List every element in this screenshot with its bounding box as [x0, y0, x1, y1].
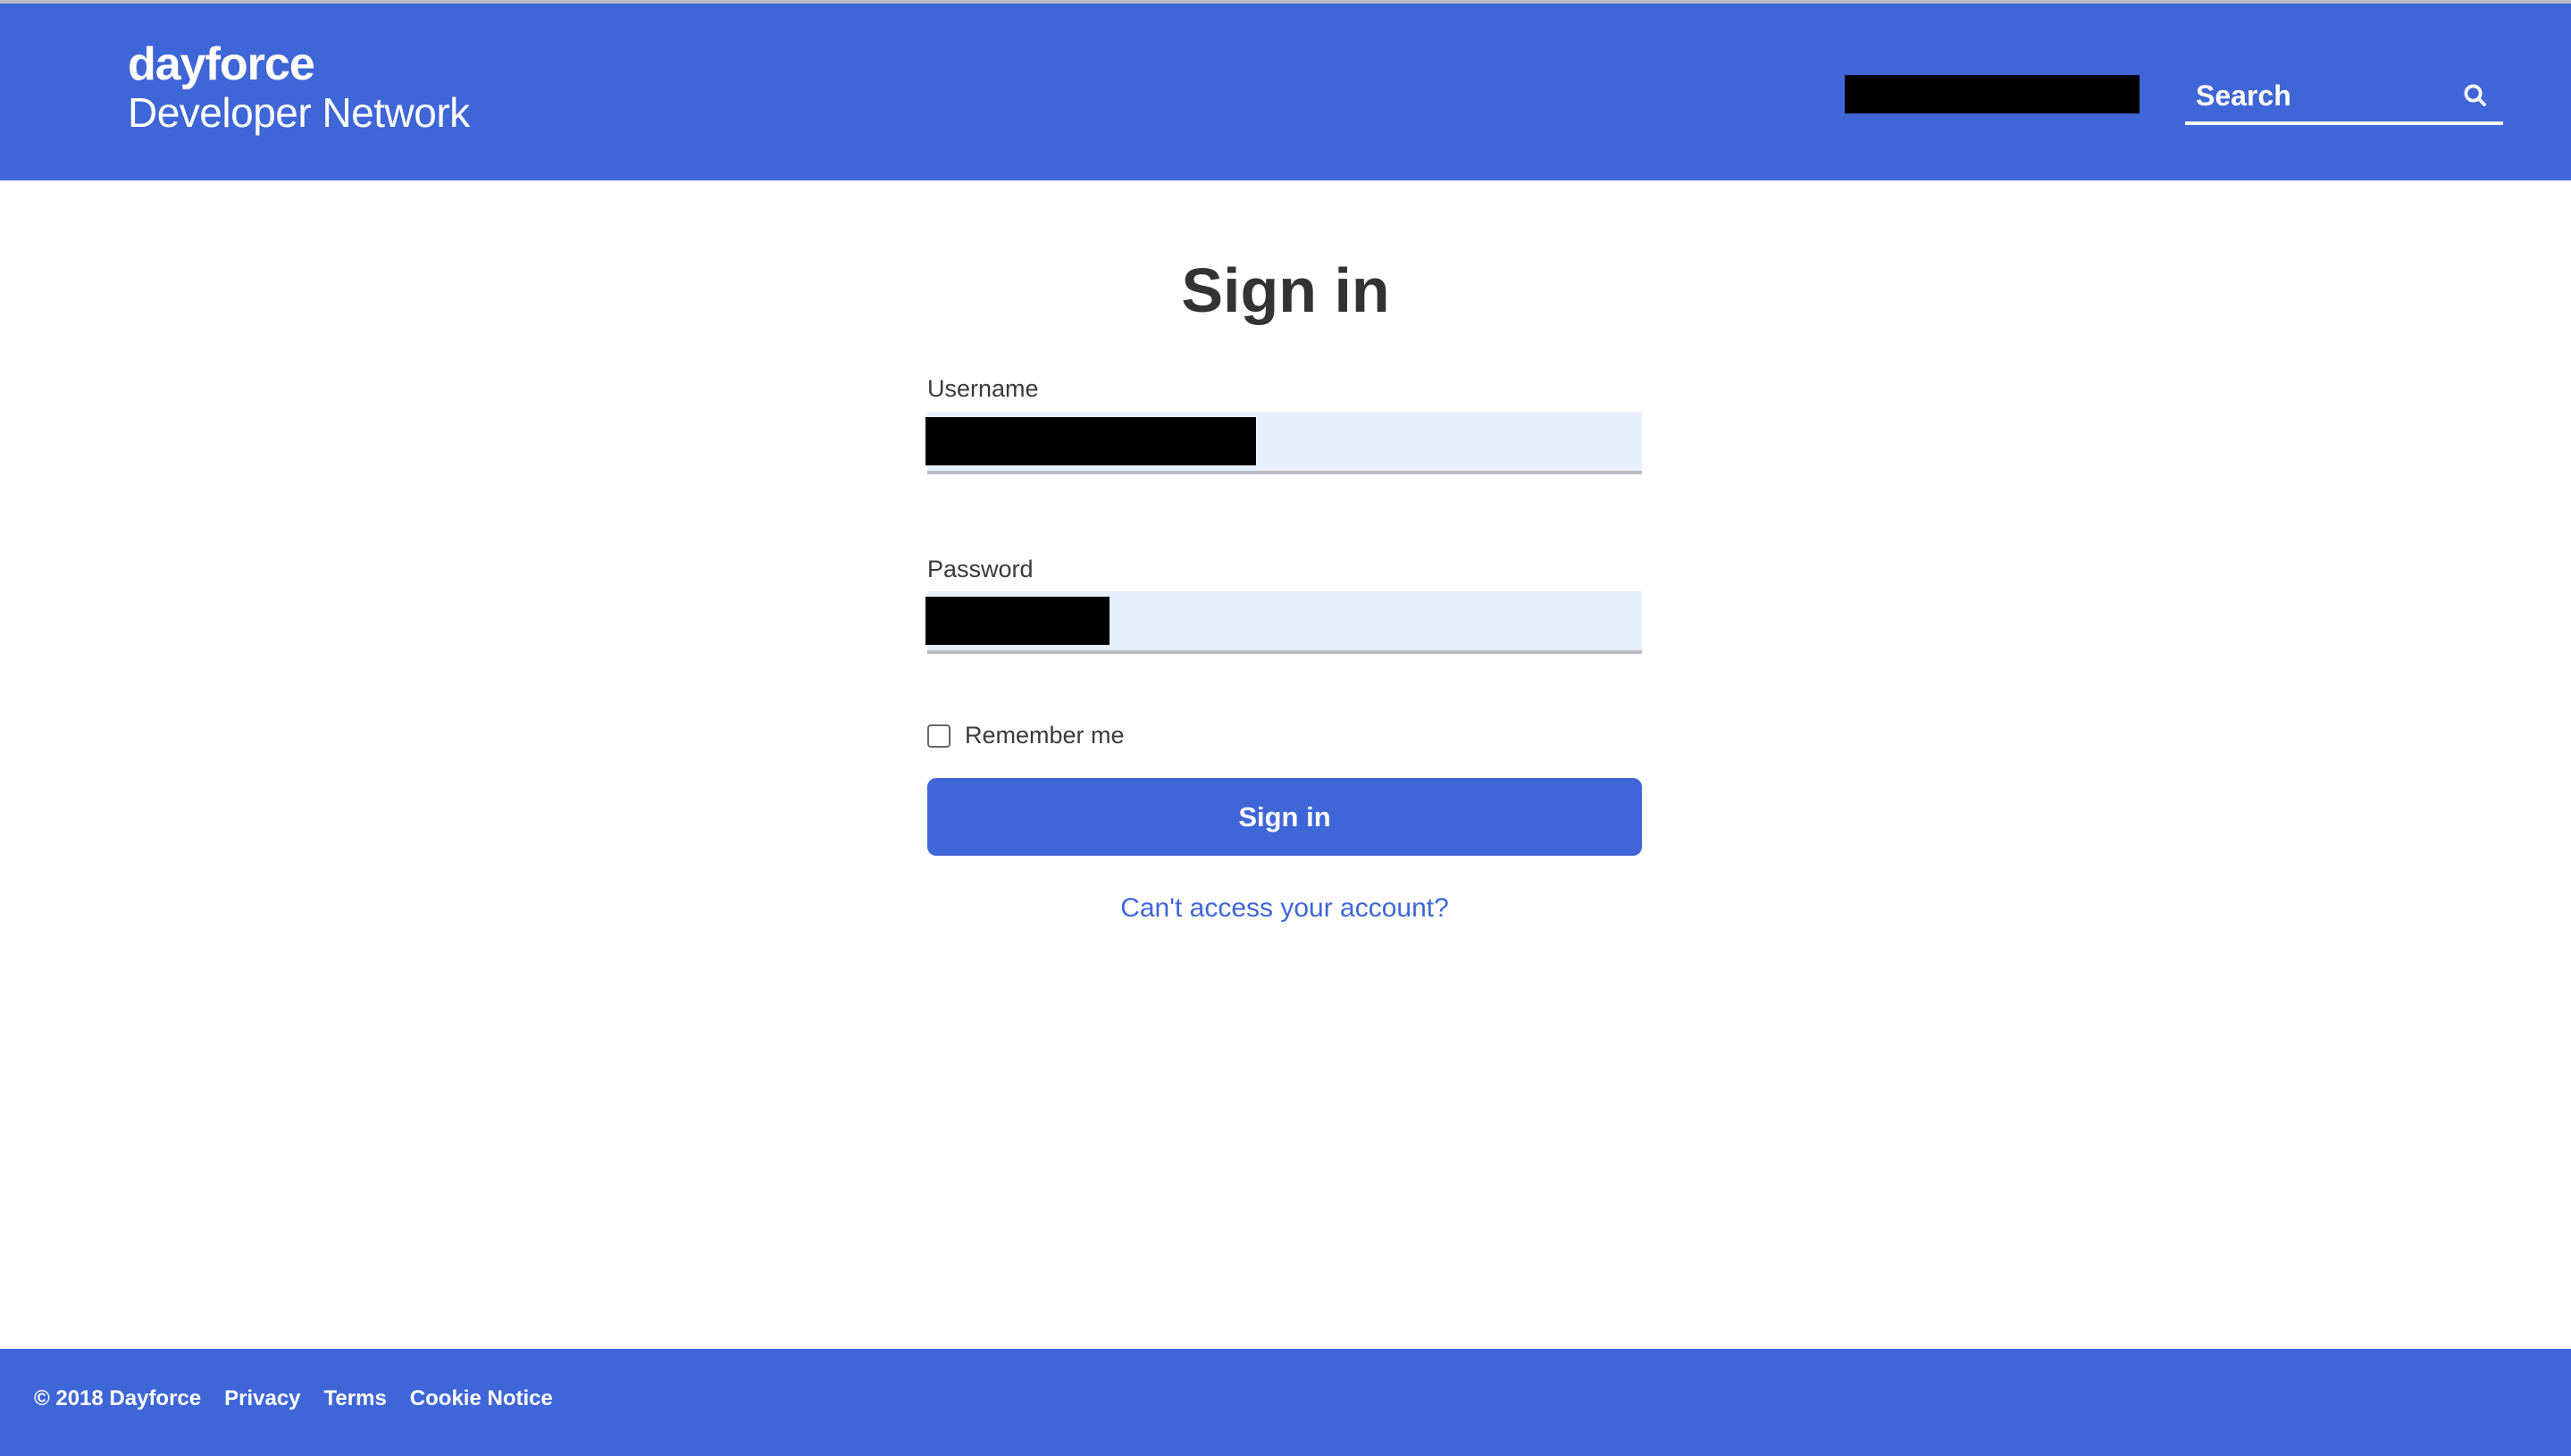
username-input[interactable]: [927, 412, 1642, 471]
logo-subtitle: Developer Network: [128, 89, 470, 136]
remember-me-checkbox[interactable]: [927, 724, 951, 748]
search-icon[interactable]: [2462, 82, 2489, 109]
password-label: Password: [927, 556, 1034, 582]
site-footer: © 2018 Dayforce Privacy Terms Cookie Not…: [0, 1349, 2571, 1456]
remember-me[interactable]: Remember me: [927, 722, 1125, 749]
page-title: Sign in: [1181, 255, 1390, 325]
password-input[interactable]: [927, 591, 1642, 650]
password-field[interactable]: [925, 591, 1642, 654]
footer-link-cookie-notice[interactable]: Cookie Notice: [410, 1386, 553, 1411]
logo[interactable]: dayforce Developer Network: [128, 39, 470, 136]
cant-access-account-link[interactable]: Can't access your account?: [927, 893, 1642, 924]
search-box[interactable]: [2185, 71, 2503, 125]
redacted-user-area: [1845, 75, 2140, 113]
logo-brand: dayforce: [128, 38, 315, 90]
site-header: dayforce Developer Network: [0, 4, 2571, 180]
username-field[interactable]: [925, 412, 1642, 474]
remember-me-label[interactable]: Remember me: [965, 722, 1125, 749]
sign-in-button[interactable]: Sign in: [927, 778, 1642, 856]
username-label: Username: [927, 375, 1039, 402]
copyright: © 2018 Dayforce: [34, 1386, 202, 1410]
search-input[interactable]: [2194, 75, 2448, 116]
footer-link-privacy[interactable]: Privacy: [224, 1386, 300, 1411]
footer-link-terms[interactable]: Terms: [324, 1386, 387, 1411]
